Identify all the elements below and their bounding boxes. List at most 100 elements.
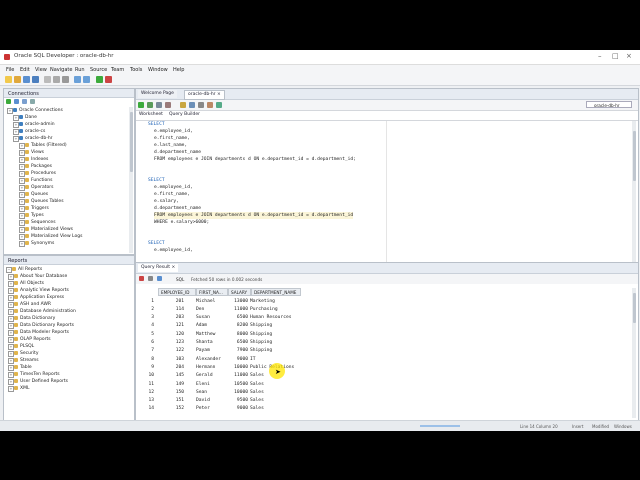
report-tree-item[interactable]: + Data Modeler Reports <box>4 329 129 336</box>
report-tree-item[interactable]: + Streams <box>4 357 129 364</box>
column-header[interactable]: DEPARTMENT_NAME <box>251 288 301 296</box>
report-tree-item[interactable]: + PLSQL <box>4 343 129 350</box>
print-icon[interactable] <box>148 276 153 281</box>
maximize-icon[interactable]: □ <box>612 52 619 60</box>
menu-run[interactable]: Run <box>75 67 85 73</box>
tab-query-result[interactable]: Query Result × <box>138 264 179 272</box>
copy-icon[interactable] <box>53 76 60 83</box>
connection-tree-item[interactable]: + Procedures <box>4 170 129 177</box>
paste-icon[interactable] <box>62 76 69 83</box>
close-icon[interactable]: × <box>626 52 632 60</box>
table-row[interactable]: 2 114 Den 11000 Purchasing <box>136 305 336 313</box>
connection-tree-item[interactable]: + oracle-cs <box>4 128 129 135</box>
run-statement-icon[interactable] <box>138 102 144 108</box>
column-header[interactable]: EMPLOYEE_ID <box>158 288 196 296</box>
connection-tree-item[interactable]: + oracle-db-hr <box>4 135 129 142</box>
connection-tree-item[interactable]: + Queues Tables <box>4 198 129 205</box>
tab-oracle-db-hr[interactable]: oracle-db-hr × <box>184 90 225 100</box>
connection-tree-item[interactable]: + Views <box>4 149 129 156</box>
connection-tree-item[interactable]: + Packages <box>4 163 129 170</box>
connections-scrollbar[interactable] <box>129 107 133 253</box>
report-tree-item[interactable]: + XML <box>4 385 129 392</box>
open-icon[interactable] <box>14 76 21 83</box>
run-icon[interactable] <box>96 76 103 83</box>
table-row[interactable]: 14 152 Peter 9000 Sales <box>136 405 336 413</box>
table-row[interactable]: 8 103 Alexander 9000 IT <box>136 355 336 363</box>
new-icon[interactable] <box>5 76 12 83</box>
connection-tree-item[interactable]: + Types <box>4 212 129 219</box>
connection-tree-item[interactable]: + Queues <box>4 191 129 198</box>
connection-tree-item[interactable]: + Tables (Filtered) <box>4 142 129 149</box>
menu-view[interactable]: View <box>35 67 47 73</box>
report-tree-item[interactable]: − All Reports <box>4 266 129 273</box>
autotrace-icon[interactable] <box>189 102 195 108</box>
report-tree-item[interactable]: + Analytic View Reports <box>4 287 129 294</box>
table-row[interactable]: 3 203 Susan 6500 Human Resources <box>136 314 336 322</box>
table-row[interactable]: 9204Hermann10000Public Relations <box>136 363 336 371</box>
report-tree-item[interactable]: + User Defined Reports <box>4 378 129 385</box>
connection-tree-item[interactable]: + Materialized Views <box>4 226 129 233</box>
report-tree-item[interactable]: + Security <box>4 350 129 357</box>
connection-tree-item[interactable]: + Synonyms <box>4 240 129 247</box>
report-tree-item[interactable]: + TimesTen Reports <box>4 371 129 378</box>
report-tree-item[interactable]: + Database Administration <box>4 308 129 315</box>
undo-icon[interactable] <box>74 76 81 83</box>
tab-welcome-page[interactable]: Welcome Page <box>138 90 177 98</box>
table-row[interactable]: 10 145 Gerald 11000 Sales <box>136 372 336 380</box>
result-scrollbar[interactable] <box>632 288 636 418</box>
cut-icon[interactable] <box>44 76 51 83</box>
menu-help[interactable]: Help <box>173 67 184 73</box>
tab-query-builder[interactable]: Query Builder <box>166 111 203 119</box>
menu-file[interactable]: File <box>6 67 14 73</box>
connection-tree-item[interactable]: + Materialized View Logs <box>4 233 129 240</box>
menu-source[interactable]: Source <box>90 67 107 73</box>
refresh-icon[interactable] <box>14 99 19 104</box>
report-tree-item[interactable]: + About Your Database <box>4 273 129 280</box>
table-row[interactable]: 1 201 Michael 13000 Marketing <box>136 297 336 305</box>
connection-selector[interactable]: oracle-db-hr <box>586 101 632 108</box>
connection-tree-item[interactable]: + Indexes <box>4 156 129 163</box>
menu-window[interactable]: Window <box>148 67 168 73</box>
rollback-icon[interactable] <box>165 102 171 108</box>
connection-tree-item[interactable]: + oracle-admin <box>4 121 129 128</box>
menu-tools[interactable]: Tools <box>130 67 142 73</box>
commit-icon[interactable] <box>156 102 162 108</box>
eraser-icon[interactable] <box>207 102 213 108</box>
connection-tree-item[interactable]: + Operators <box>4 184 129 191</box>
report-tree-item[interactable]: + Application Express <box>4 294 129 301</box>
report-tree-item[interactable]: + Data Dictionary <box>4 315 129 322</box>
connection-tree-item[interactable]: + Triggers <box>4 205 129 212</box>
pin-icon[interactable] <box>139 276 144 281</box>
minimize-icon[interactable]: – <box>598 52 602 60</box>
filter-icon[interactable] <box>22 99 27 104</box>
explain-plan-icon[interactable] <box>180 102 186 108</box>
table-row[interactable]: 7 122 Payam 7900 Shipping <box>136 347 336 355</box>
column-header[interactable]: SALARY <box>228 288 251 296</box>
refresh-result-icon[interactable] <box>157 276 162 281</box>
report-tree-item[interactable]: + OLAP Reports <box>4 336 129 343</box>
add-connection-icon[interactable] <box>6 99 11 104</box>
run-script-icon[interactable] <box>147 102 153 108</box>
table-row[interactable]: 4 121 Adam 8200 Shipping <box>136 322 336 330</box>
report-tree-item[interactable]: + All Objects <box>4 280 129 287</box>
report-tree-item[interactable]: + ASH and AWR <box>4 301 129 308</box>
table-row[interactable]: 6 123 Shanta 6500 Shipping <box>136 339 336 347</box>
sql-link[interactable]: SQL <box>176 277 184 282</box>
menu-edit[interactable]: Edit <box>20 67 30 73</box>
save-all-icon[interactable] <box>32 76 39 83</box>
sql-history-icon[interactable] <box>216 102 222 108</box>
connection-tree-item[interactable]: + Dane <box>4 114 129 121</box>
clear-icon[interactable] <box>198 102 204 108</box>
redo-icon[interactable] <box>83 76 90 83</box>
table-row[interactable]: 12 150 Sean 10000 Sales <box>136 388 336 396</box>
table-row[interactable]: 5 120 Matthew 8000 Shipping <box>136 330 336 338</box>
save-icon[interactable] <box>23 76 30 83</box>
column-header[interactable]: FIRST_NA... <box>196 288 228 296</box>
stop-icon[interactable] <box>105 76 112 83</box>
connection-tree-item[interactable]: + Oracle Connections <box>4 107 129 114</box>
connection-tree-item[interactable]: + Functions <box>4 177 129 184</box>
table-row[interactable]: 11 149 Eleni 10500 Sales <box>136 380 336 388</box>
connection-tree-item[interactable]: + Sequences <box>4 219 129 226</box>
menu-navigate[interactable]: Navigate <box>50 67 72 73</box>
menu-team[interactable]: Team <box>111 67 124 73</box>
